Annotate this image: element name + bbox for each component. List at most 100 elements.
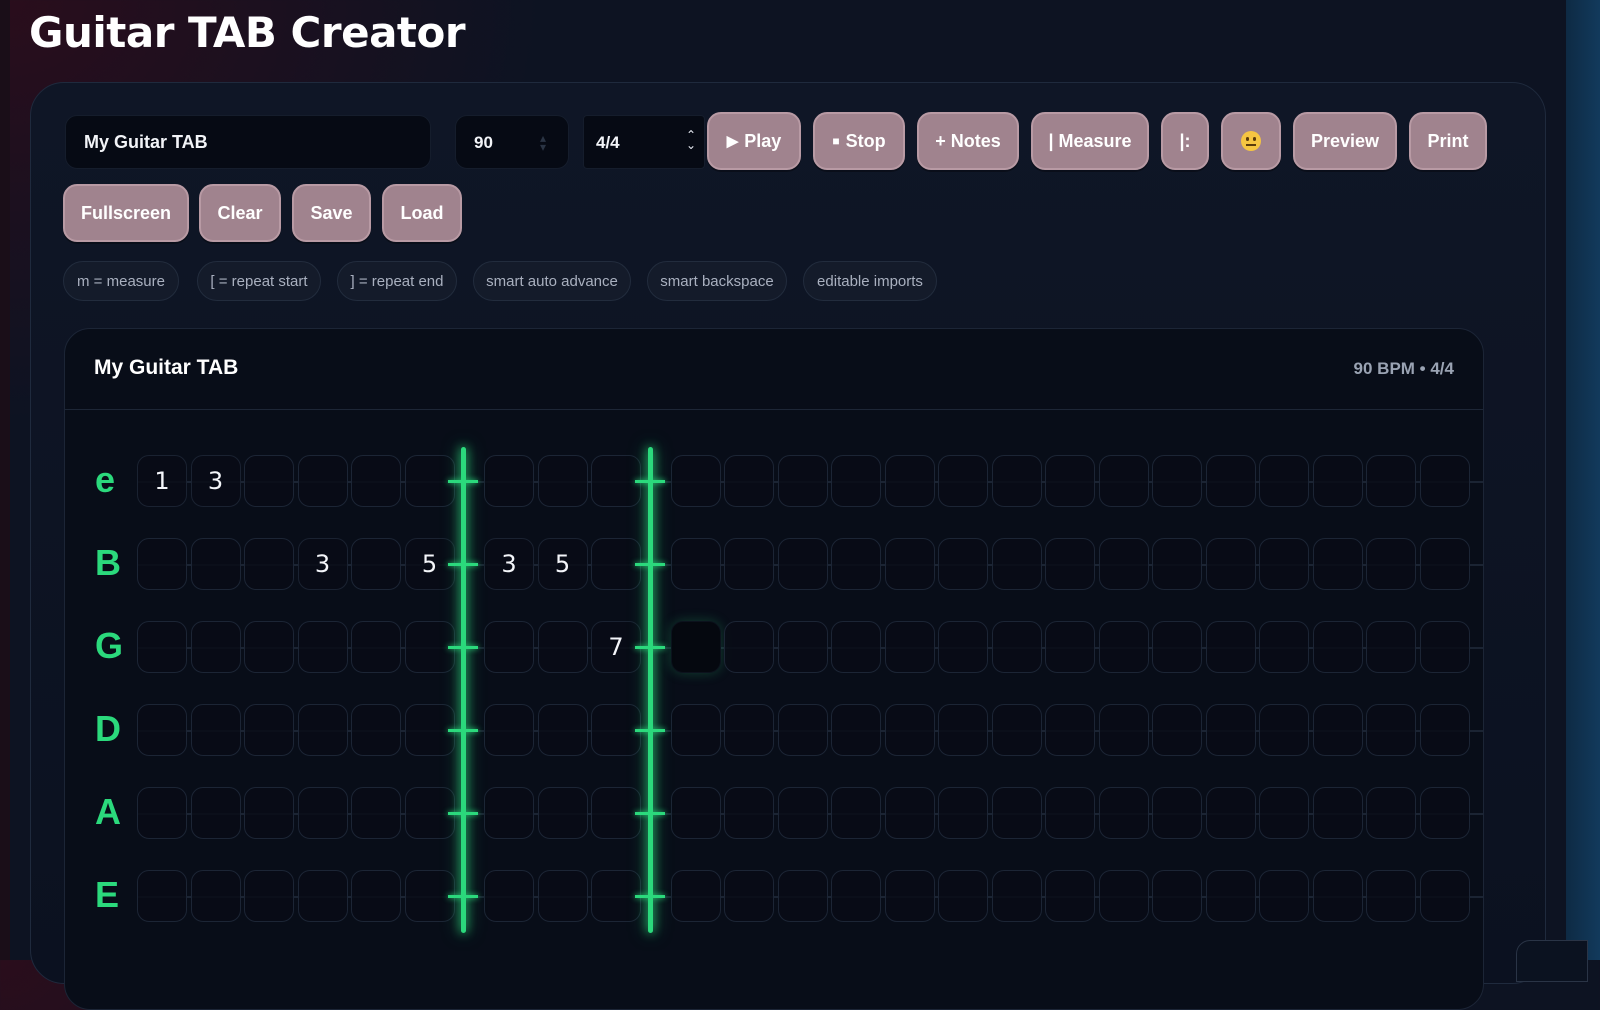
tab-cell[interactable] [1312,455,1363,507]
tab-cell[interactable] [591,870,641,922]
save-button[interactable]: Save [292,184,371,242]
tab-cell[interactable] [938,787,988,839]
tab-cell[interactable] [1152,455,1202,507]
tab-cell[interactable] [1098,870,1149,922]
tab-cell[interactable] [297,621,348,673]
tab-cell[interactable] [297,787,348,839]
tab-cell[interactable] [831,787,881,839]
bpm-input[interactable] [472,116,546,170]
tab-cell[interactable] [777,787,828,839]
tab-cell[interactable] [831,621,881,673]
tab-cell[interactable] [351,704,401,756]
tab-cell[interactable] [1312,870,1363,922]
tab-cell[interactable] [591,455,641,507]
tab-note[interactable]: 1 [137,455,187,507]
tab-cell[interactable] [1366,455,1416,507]
tab-cell[interactable] [884,870,935,922]
tab-cell[interactable] [244,538,294,590]
tab-cell[interactable] [831,704,881,756]
tab-cell[interactable] [670,787,721,839]
tab-cell[interactable] [137,870,187,922]
tab-cell[interactable] [484,870,534,922]
tab-cell[interactable] [1419,870,1470,922]
tab-cell[interactable] [190,787,241,839]
tab-cell[interactable] [991,870,1042,922]
tab-cell[interactable] [1205,704,1256,756]
tab-cell[interactable] [1366,621,1416,673]
tab-cell[interactable] [991,704,1042,756]
tab-cell[interactable] [1205,455,1256,507]
tab-cell[interactable] [1312,704,1363,756]
tab-cell[interactable] [884,455,935,507]
tab-cell[interactable] [190,621,241,673]
tab-cell[interactable] [297,704,348,756]
tab-cell[interactable] [484,455,534,507]
tab-cell[interactable] [724,621,774,673]
tab-cell[interactable] [484,621,534,673]
tab-cell[interactable] [537,704,588,756]
tab-cell[interactable] [137,704,187,756]
tab-cell[interactable] [1312,538,1363,590]
tab-cell[interactable] [884,787,935,839]
tab-cell[interactable] [404,455,455,507]
tab-cell[interactable] [724,538,774,590]
tab-cell[interactable] [724,455,774,507]
tab-cell[interactable] [831,538,881,590]
tab-cell[interactable] [777,621,828,673]
tab-cell[interactable] [537,870,588,922]
clear-button[interactable]: Clear [199,184,281,242]
tab-cell[interactable] [991,455,1042,507]
tab-note[interactable]: 3 [297,538,348,590]
tab-cell[interactable] [484,787,534,839]
tab-cell[interactable] [1045,538,1095,590]
tab-cell[interactable] [724,704,774,756]
tab-cell[interactable] [591,538,641,590]
tab-cell[interactable] [137,538,187,590]
tab-cell[interactable] [938,538,988,590]
corner-widget[interactable] [1516,940,1588,982]
tab-cell[interactable] [190,870,241,922]
tab-cell[interactable] [670,455,721,507]
tab-cell[interactable] [190,704,241,756]
tab-cell[interactable] [1045,870,1095,922]
tab-cell[interactable] [537,621,588,673]
tab-cell[interactable] [991,787,1042,839]
tab-cell[interactable] [724,787,774,839]
tab-cell[interactable] [537,787,588,839]
tab-cell[interactable] [1152,538,1202,590]
tab-cell[interactable] [404,787,455,839]
tab-cell[interactable] [884,621,935,673]
tab-cell[interactable] [1045,704,1095,756]
tab-cell[interactable] [137,621,187,673]
tab-cell[interactable] [938,621,988,673]
tab-cell[interactable] [1152,787,1202,839]
tab-cell[interactable] [591,787,641,839]
tab-title-input[interactable] [65,115,431,169]
tab-cell[interactable] [670,538,721,590]
tab-cell[interactable] [351,870,401,922]
tab-cell[interactable] [1366,870,1416,922]
tab-cell[interactable] [1045,787,1095,839]
tab-cell[interactable] [404,621,455,673]
tab-cell[interactable] [351,455,401,507]
tab-cell[interactable] [1419,704,1470,756]
tab-cell[interactable] [1098,538,1149,590]
repeat-button[interactable]: |: [1161,112,1209,170]
tab-cell[interactable] [1205,538,1256,590]
tab-cell[interactable] [1419,455,1470,507]
tab-cell[interactable] [244,455,294,507]
tab-cell[interactable] [1366,787,1416,839]
tab-cell[interactable] [591,704,641,756]
tab-cell[interactable] [1205,621,1256,673]
tab-cell[interactable] [244,704,294,756]
tab-cell[interactable] [777,704,828,756]
tab-cell[interactable] [991,621,1042,673]
tab-note[interactable]: 3 [190,455,241,507]
tab-cell[interactable] [1152,704,1202,756]
tab-cell[interactable] [404,870,455,922]
emoji-button[interactable] [1221,112,1281,170]
tab-cell[interactable] [1366,538,1416,590]
tab-cell[interactable] [297,455,348,507]
bpm-field[interactable]: ▴▾ [455,115,569,170]
tab-cell[interactable] [1098,787,1149,839]
